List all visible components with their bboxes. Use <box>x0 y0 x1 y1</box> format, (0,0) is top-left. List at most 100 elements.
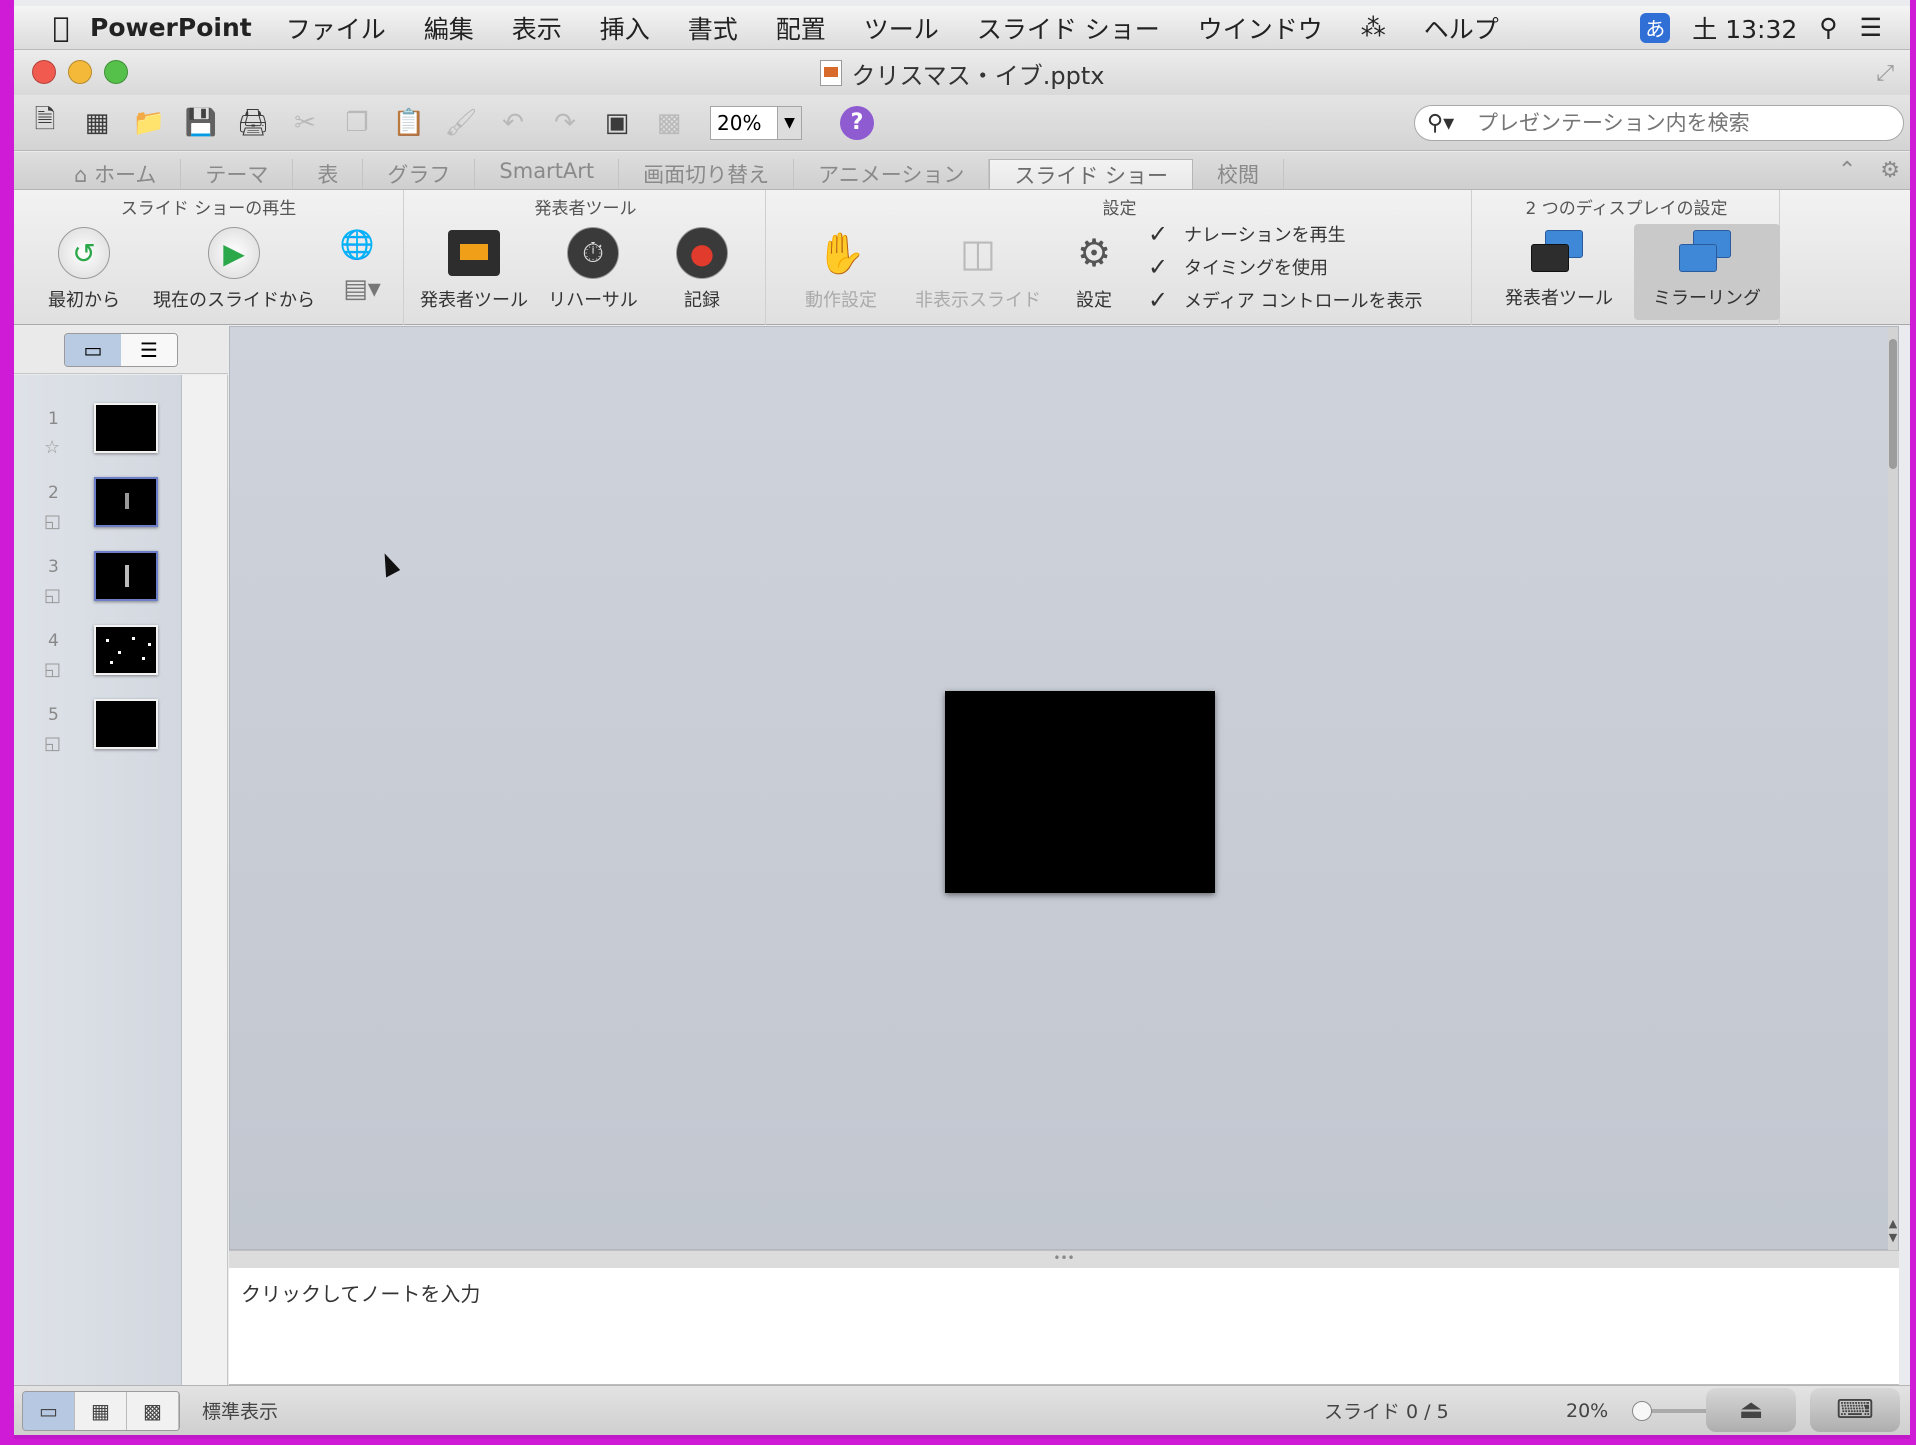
search-input[interactable] <box>1477 111 1877 135</box>
presenter-tools-button[interactable]: 発表者ツール <box>414 226 534 312</box>
hidden-slide-icon: ◫ <box>960 231 996 275</box>
close-window-button[interactable] <box>32 60 56 84</box>
slide-nav-arrows-icon[interactable]: ▲ ▼ <box>1888 1217 1898 1245</box>
tab-review[interactable]: 校閲 <box>1193 159 1285 189</box>
slide-preview <box>94 625 158 675</box>
print-icon[interactable]: 🖨 <box>234 104 272 142</box>
presenter-display-icon <box>1531 230 1587 274</box>
menu-window[interactable]: ウインドウ <box>1198 10 1323 46</box>
action-settings-button[interactable]: ✋ 動作設定 <box>786 226 896 312</box>
stopwatch-icon: ⏱ <box>567 227 619 279</box>
checkbox-label: ナレーションを再生 <box>1184 225 1346 246</box>
menu-slideshow[interactable]: スライド ショー <box>977 10 1160 46</box>
menu-clock[interactable]: 土 13:32 <box>1692 10 1797 46</box>
menu-help[interactable]: ヘルプ <box>1424 10 1499 46</box>
save-icon[interactable]: 💾 <box>182 104 220 142</box>
group-title: 発表者ツール <box>534 199 637 219</box>
search-icon[interactable]: ⚲▾ <box>1427 111 1477 136</box>
notification-list-icon[interactable]: ☰ <box>1860 13 1882 42</box>
script-icon[interactable]: ⁂ <box>1361 13 1386 42</box>
display-presenter-tools-button[interactable]: 発表者ツール <box>1486 224 1632 320</box>
menu-app-name[interactable]: PowerPoint <box>90 13 252 42</box>
current-slide[interactable] <box>945 691 1215 893</box>
tab-slideshow[interactable]: スライド ショー <box>989 159 1194 189</box>
slide-thumbnail[interactable]: 3 ◱ <box>14 549 182 619</box>
notes-pane[interactable]: クリックしてノートを入力 <box>229 1268 1899 1385</box>
slide-layout-icon[interactable]: ▣ <box>598 104 636 142</box>
hide-slide-button[interactable]: ◫ 非表示スライド <box>908 226 1048 312</box>
normal-view-icon[interactable]: ▭ <box>23 1391 75 1430</box>
play-from-current-button[interactable]: ▶ 現在のスライドから <box>144 226 324 312</box>
figure-shape <box>125 565 129 587</box>
slide-sorter-view-icon[interactable]: ▦ <box>75 1391 127 1430</box>
rehearse-button[interactable]: ⏱ リハーサル <box>538 226 648 312</box>
templates-icon[interactable]: ▦ <box>78 104 116 142</box>
vertical-scrollbar[interactable]: ▲ ▼ <box>1888 327 1898 1251</box>
paste-icon[interactable]: 📋 <box>390 104 428 142</box>
scrollbar-thumb[interactable] <box>1889 339 1897 469</box>
new-presentation-icon[interactable]: 🗎 <box>26 104 64 142</box>
record-button[interactable]: ● 記録 <box>652 226 752 312</box>
slideshow-view-icon[interactable]: ▩ <box>127 1391 179 1430</box>
check-icon[interactable]: ✓ <box>1148 220 1172 248</box>
slides-view-icon[interactable]: ▭ <box>65 333 121 366</box>
notes-splitter[interactable]: ••• <box>229 1250 1899 1268</box>
custom-show-icon: ▤▾ <box>343 274 381 304</box>
ribbon-settings-icon[interactable]: ⚙ <box>1880 158 1900 183</box>
tab-smartart[interactable]: SmartArt <box>475 159 620 189</box>
broadcast-button[interactable]: 🌐 <box>332 224 382 270</box>
zoom-window-button[interactable] <box>104 60 128 84</box>
zoom-slider-knob[interactable] <box>1632 1401 1652 1421</box>
check-icon[interactable]: ✓ <box>1148 286 1172 314</box>
slide-thumbnail[interactable]: 5 ◱ <box>14 697 182 767</box>
tab-themes[interactable]: テーマ <box>181 159 294 189</box>
open-folder-icon[interactable]: 📁 <box>130 104 168 142</box>
format-painter-icon[interactable]: 🖌 <box>442 104 480 142</box>
minimize-window-button[interactable] <box>68 60 92 84</box>
checkbox-show-media-controls[interactable]: ✓ メディア コントロールを表示 <box>1148 286 1422 314</box>
check-icon[interactable]: ✓ <box>1148 253 1172 281</box>
slide-canvas[interactable]: ▲ ▼ <box>229 326 1899 1251</box>
outline-view-icon[interactable]: ☰ <box>121 333 177 366</box>
tab-transitions[interactable]: 画面切り替え <box>619 159 795 189</box>
fullscreen-icon[interactable]: ⤢ <box>1876 61 1894 86</box>
slide-thumbnail[interactable]: 1 ☆ <box>14 401 182 471</box>
status-bar: ▭ ▦ ▩ 標準表示 スライド 0 / 5 20% ⏏ ⌨ <box>14 1385 1910 1435</box>
help-button[interactable]: ? <box>840 105 874 140</box>
menu-arrange[interactable]: 配置 <box>776 10 826 46</box>
menu-insert[interactable]: 挿入 <box>600 10 650 46</box>
copy-icon[interactable]: ❐ <box>338 104 376 142</box>
undo-icon[interactable]: ↶ <box>494 104 532 142</box>
mirroring-button[interactable]: ミラーリング <box>1634 224 1780 320</box>
menu-edit[interactable]: 編集 <box>424 10 474 46</box>
cut-icon[interactable]: ✂ <box>286 104 324 142</box>
menu-file[interactable]: ファイル <box>286 10 386 46</box>
redo-icon[interactable]: ↷ <box>546 104 584 142</box>
media-browser-icon[interactable]: ▩ <box>650 104 688 142</box>
menu-view[interactable]: 表示 <box>512 10 562 46</box>
checkbox-play-narration[interactable]: ✓ ナレーションを再生 <box>1148 220 1346 248</box>
slide-thumbnail[interactable]: 2 ◱ <box>14 475 182 545</box>
panel-splitter[interactable]: ⋮ <box>182 375 242 1385</box>
search-box[interactable]: ⚲▾ <box>1414 105 1904 141</box>
chevron-down-icon[interactable]: ▼ <box>777 106 801 139</box>
slide-thumbnail[interactable]: 4 ◱ <box>14 623 182 693</box>
menu-tools[interactable]: ツール <box>864 10 939 46</box>
spotlight-search-icon[interactable]: ⚲ <box>1819 13 1837 42</box>
checkbox-use-timings[interactable]: ✓ タイミングを使用 <box>1148 253 1328 281</box>
app-window:  PowerPoint ファイル 編集 表示 挿入 書式 配置 ツール スライ… <box>14 0 1910 1439</box>
eject-icon[interactable]: ⏏ <box>1706 1388 1796 1432</box>
menu-format[interactable]: 書式 <box>688 10 738 46</box>
setup-button[interactable]: ⚙ 設定 <box>1054 226 1134 312</box>
custom-show-button[interactable]: ▤▾ <box>332 274 392 304</box>
tab-charts[interactable]: グラフ <box>363 159 476 189</box>
input-method-badge[interactable]: あ <box>1640 12 1671 43</box>
tab-tables[interactable]: 表 <box>293 159 364 189</box>
play-from-start-button[interactable]: ↺ 最初から <box>34 226 134 312</box>
apple-icon[interactable]:  <box>32 11 90 44</box>
collapse-ribbon-icon[interactable]: ⌃ <box>1838 158 1856 183</box>
tab-animations[interactable]: アニメーション <box>794 159 990 189</box>
keyboard-icon[interactable]: ⌨ <box>1810 1388 1900 1432</box>
tab-home[interactable]: ⌂ ホーム <box>50 159 182 189</box>
zoom-select[interactable]: 20% ▼ <box>710 105 802 140</box>
